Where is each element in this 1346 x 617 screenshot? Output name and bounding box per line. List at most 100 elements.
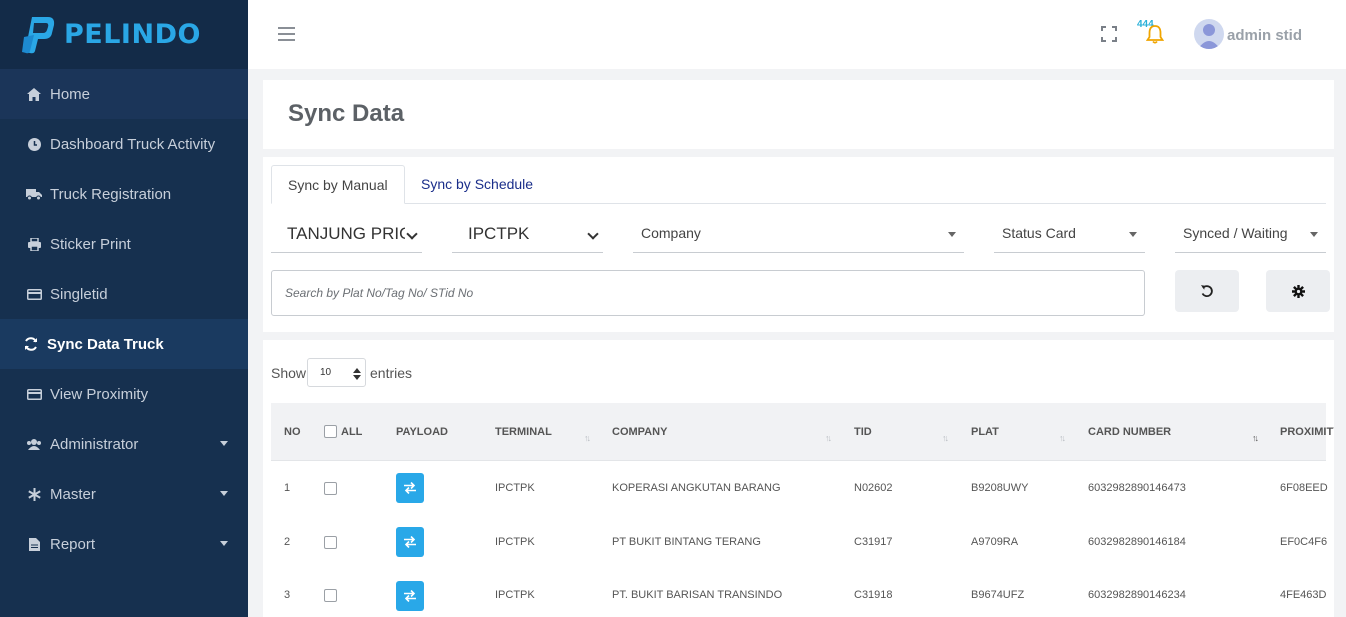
asterisk-icon (26, 486, 42, 502)
search-input[interactable] (271, 270, 1145, 316)
select-all-label: ALL (341, 426, 363, 438)
sidebar-item-label: Report (50, 535, 96, 553)
file-icon (26, 536, 42, 552)
sidebar-item-truck-registration[interactable]: Truck Registration (0, 169, 248, 219)
exchange-icon (404, 482, 416, 494)
row-checkbox[interactable] (324, 482, 337, 495)
cell-terminal: IPCTPK (495, 482, 535, 494)
sidebar-item-label: View Proximity (50, 385, 149, 403)
menu-toggle-icon[interactable] (278, 27, 295, 41)
home-icon (26, 86, 42, 102)
sidebar-item-label: Sync Data Truck (47, 335, 164, 353)
row-checkbox[interactable] (324, 589, 337, 602)
sidebar-item-sync-data-truck[interactable]: Sync Data Truck (0, 319, 248, 369)
column-header-proximity[interactable]: PROXIMITY (1280, 426, 1334, 438)
cell-company: KOPERASI ANGKUTAN BARANG (612, 482, 781, 494)
column-header-payload[interactable]: PAYLOAD (396, 426, 448, 438)
caret-down-icon (948, 232, 956, 237)
undo-icon (1200, 285, 1213, 298)
sidebar-item-label: Administrator (50, 435, 139, 453)
printer-icon (26, 236, 42, 252)
tab-bar: Sync by Manual Sync by Schedule (271, 165, 1326, 204)
sidebar-item-view-proximity[interactable]: View Proximity (0, 369, 248, 419)
cell-no: 3 (284, 589, 291, 601)
column-header-tid[interactable]: TID (854, 426, 872, 438)
chevron-down-icon (220, 441, 228, 446)
sidebar-item-administrator[interactable]: Administrator (0, 419, 248, 469)
cell-terminal: IPCTPK (495, 536, 535, 548)
chevron-down-icon (587, 228, 599, 240)
select-all-checkbox[interactable] (324, 425, 337, 438)
bell-icon[interactable] (1145, 24, 1165, 44)
users-icon (26, 436, 42, 452)
port-select[interactable]: TANJUNG PRIOK (271, 215, 422, 253)
clock-icon (26, 136, 42, 152)
column-header-no[interactable]: NO (284, 426, 301, 438)
sidebar-item-master[interactable]: Master (0, 469, 248, 519)
column-header-company[interactable]: COMPANY (612, 426, 667, 438)
sort-icon[interactable]: ↑↓ (584, 433, 591, 443)
exchange-icon (404, 536, 416, 548)
entries-label: entries (370, 365, 413, 381)
avatar[interactable] (1194, 19, 1224, 49)
sidebar-item-sticker-print[interactable]: Sticker Print (0, 219, 248, 269)
status-card-select[interactable]: Status Card (994, 215, 1145, 253)
sidebar-nav: Home Dashboard Truck Activity Truck Regi… (0, 69, 248, 569)
payload-button[interactable] (396, 581, 424, 611)
spin-down-icon[interactable] (353, 375, 361, 380)
sort-icon[interactable]: ↑↓ (825, 433, 832, 443)
sidebar-item-label: Truck Registration (50, 185, 172, 203)
payload-button[interactable] (396, 473, 424, 503)
cell-tid: C31917 (854, 536, 893, 548)
payload-button[interactable] (396, 527, 424, 557)
sidebar-item-singletid[interactable]: Singletid (0, 269, 248, 319)
caret-down-icon (1310, 232, 1318, 237)
spin-up-icon[interactable] (353, 368, 361, 373)
tab-sync-by-schedule[interactable]: Sync by Schedule (405, 165, 549, 204)
sidebar-item-label: Sticker Print (50, 235, 131, 253)
brand-name: PELINDO (64, 19, 201, 50)
column-header-card-number[interactable]: CARD NUMBER (1088, 426, 1171, 438)
terminal-select[interactable]: IPCTPK (452, 215, 603, 253)
sort-icon[interactable]: ↑↓ (1059, 433, 1066, 443)
card-icon (26, 386, 42, 402)
sidebar-item-label: Home (50, 85, 91, 103)
cell-plat: B9674UFZ (971, 589, 1025, 601)
sort-icon[interactable]: ↑↓ (1252, 433, 1259, 443)
sidebar-item-label: Dashboard Truck Activity (50, 135, 216, 153)
sidebar-item-home[interactable]: Home (0, 69, 248, 119)
cell-proximity: 4FE463D (1280, 589, 1327, 601)
port-select-value: TANJUNG PRIOK (287, 224, 405, 243)
cell-terminal: IPCTPK (495, 589, 535, 601)
reset-button[interactable] (1175, 270, 1239, 312)
cell-no: 1 (284, 482, 291, 494)
cell-tid: C31918 (854, 589, 893, 601)
sync-status-select-value: Synced / Waiting (1183, 225, 1288, 241)
brand-logo[interactable]: PELINDO (0, 0, 248, 69)
settings-button[interactable] (1266, 270, 1330, 312)
entries-per-page-stepper[interactable]: 10 (307, 358, 366, 387)
cell-proximity: 6F08EED (1280, 482, 1328, 494)
sidebar-item-report[interactable]: Report (0, 519, 248, 569)
page-title-card: Sync Data (263, 80, 1334, 149)
fullscreen-icon[interactable] (1101, 26, 1117, 42)
cell-card-number: 6032982890146184 (1088, 536, 1186, 548)
company-select[interactable]: Company (633, 215, 964, 253)
chevron-down-icon (220, 491, 228, 496)
table-card: Show 10 entries NO ALL PAYLOAD TERMINAL … (263, 340, 1334, 617)
username[interactable]: admin stid (1227, 27, 1302, 44)
row-checkbox[interactable] (324, 536, 337, 549)
exchange-icon (404, 590, 416, 602)
status-card-select-value: Status Card (1002, 225, 1076, 241)
tab-sync-by-manual[interactable]: Sync by Manual (271, 165, 405, 204)
sidebar-item-dashboard-truck-activity[interactable]: Dashboard Truck Activity (0, 119, 248, 169)
sort-icon[interactable]: ↑↓ (942, 433, 949, 443)
sync-icon (23, 336, 39, 352)
caret-down-icon (1129, 232, 1137, 237)
column-header-plat[interactable]: PLAT (971, 426, 999, 438)
table-row: 2 IPCTPK PT BUKIT BINTANG TERANG C31917 … (271, 515, 1327, 569)
show-label: Show (271, 365, 307, 381)
chevron-down-icon (406, 228, 418, 240)
sync-status-select[interactable]: Synced / Waiting (1175, 215, 1326, 253)
column-header-terminal[interactable]: TERMINAL (495, 426, 552, 438)
